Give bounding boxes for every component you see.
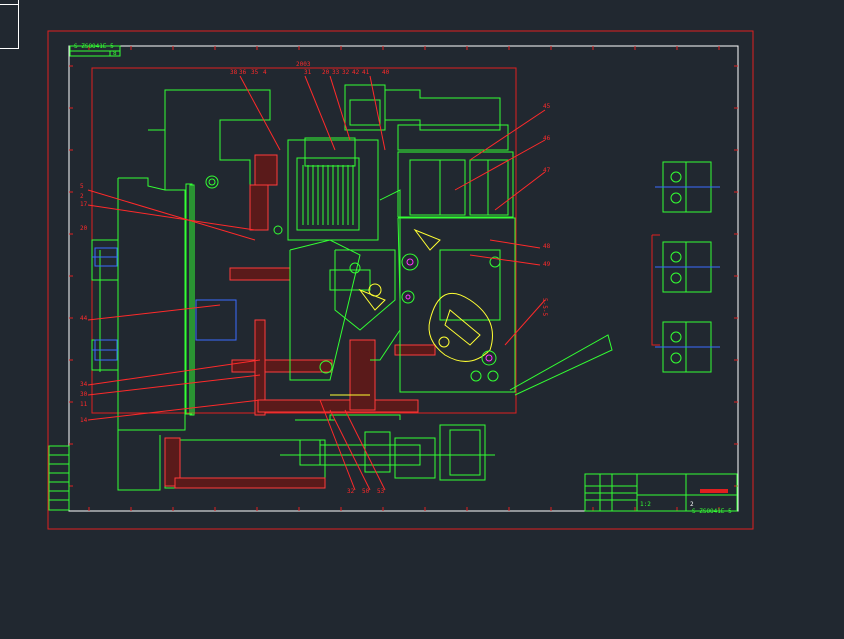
revision-strip	[48, 445, 70, 511]
right-callout-3: 48	[543, 243, 551, 250]
top-callout-4: 31	[304, 69, 312, 76]
detail-dimension-lines	[651, 234, 660, 346]
left-callout-1: 2	[80, 193, 84, 200]
left-callout-8: 14	[80, 417, 88, 424]
side-note-label: 5-5-5	[541, 298, 548, 317]
title-block-scale: 1:2	[640, 501, 651, 508]
left-callout-7: 11	[80, 401, 88, 408]
top-callout-0: 38	[230, 69, 238, 76]
upper-housing	[344, 84, 514, 218]
title-block-part-no: S-ZSOO41E-5	[692, 508, 732, 515]
left-callout-5: 34	[80, 381, 88, 388]
right-callout-2: 47	[543, 167, 551, 174]
bottom-callout-0: 32	[347, 488, 355, 495]
left-bolts	[92, 247, 237, 361]
left-callout-2: 17	[80, 201, 88, 208]
detail-center-lines	[655, 186, 720, 348]
viewport-corner-marker	[0, 0, 19, 49]
left-callout-6: 30	[80, 391, 88, 398]
header-sub-label: 8	[113, 50, 117, 57]
left-callout-3: 20	[80, 225, 88, 232]
title-block-red-bar	[700, 489, 728, 493]
top-callout-6: 33	[332, 69, 340, 76]
operating-mechanism	[397, 217, 613, 396]
bottom-callout-2: 53	[377, 488, 385, 495]
top-callout-10: 40	[382, 69, 390, 76]
top-callout-8: 42	[352, 69, 360, 76]
left-callout-4: 44	[80, 315, 88, 322]
drive-rod	[280, 414, 495, 481]
arc-chute-assembly	[287, 137, 401, 381]
mechanism-drawing	[47, 30, 754, 530]
cad-viewport: S-ZSOO41E-5 8 2003 38 36 35 4 31 20 33 32 42 41 40…	[0, 0, 844, 635]
top-callout-2: 35	[251, 69, 259, 76]
bottom-callout-1: 50	[362, 488, 370, 495]
top-red-label: 2003	[296, 61, 311, 68]
right-callout-0: 45	[543, 103, 551, 110]
top-callout-3: 4	[263, 69, 267, 76]
left-callout-0: 5	[80, 183, 84, 190]
top-callout-5: 20	[322, 69, 330, 76]
right-callout-4: 49	[543, 261, 551, 268]
top-callout-9: 41	[362, 69, 370, 76]
top-callout-7: 32	[342, 69, 350, 76]
viewport-corner-tick	[0, 0, 18, 5]
header-code-label: S-ZSOO41E-5	[74, 43, 114, 50]
top-callout-1: 36	[239, 69, 247, 76]
right-callout-1: 46	[543, 135, 551, 142]
pivot-points	[273, 225, 501, 382]
